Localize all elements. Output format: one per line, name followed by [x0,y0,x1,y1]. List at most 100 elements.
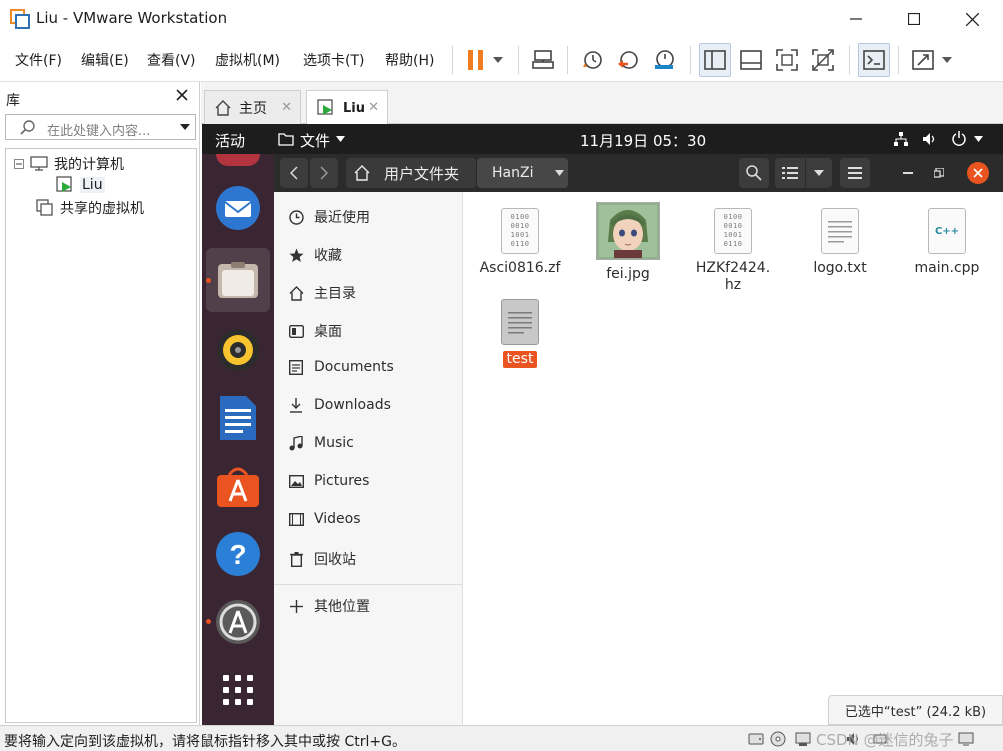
writer-launcher[interactable] [214,394,262,442]
sidebar-item-documents[interactable]: Documents [288,359,394,375]
plus-icon [289,599,303,613]
close-button[interactable] [943,0,1001,38]
search-button[interactable] [739,158,769,188]
tree-item-vm-liu[interactable]: Liu [56,176,105,194]
menu-vm[interactable]: 虚拟机(M) [215,50,280,70]
sidebar-item-recent[interactable]: 最近使用 [288,207,370,227]
tab-liu[interactable]: Liu ✕ [306,90,388,125]
app-menu[interactable]: 文件 [300,130,330,151]
send-ctrl-alt-del-button[interactable] [527,43,559,77]
clock[interactable]: 11月19日 05：30 [580,130,706,151]
picture-icon [288,474,304,488]
close-window-button[interactable] [967,162,989,184]
file-item[interactable]: fei.jpg [578,202,678,283]
tab-home[interactable]: 主页 ✕ [204,90,301,124]
tree-item-shared-vms[interactable]: 共享的虚拟机 [36,198,144,218]
back-button[interactable] [280,158,308,188]
file-item-selected[interactable]: test [470,299,570,368]
collapse-icon[interactable] [14,159,24,169]
sidebar-item-desktop[interactable]: 桌面 [288,321,342,341]
minimize-window-button[interactable] [894,158,922,188]
snapshot-manager-button[interactable] [648,43,680,77]
image-thumbnail-icon [596,202,660,260]
network-adapter-icon[interactable] [795,731,811,747]
hamburger-menu-button[interactable] [840,158,870,188]
forward-button[interactable] [310,158,338,188]
home-icon [289,285,303,301]
binary-line: 0100 [723,213,743,221]
minimize-button[interactable] [827,0,885,38]
tab-close-icon[interactable]: ✕ [281,100,292,115]
close-library-icon[interactable] [176,89,188,101]
software-launcher[interactable] [214,462,262,510]
stretch-dropdown-button[interactable] [936,43,958,77]
show-library-button[interactable] [699,43,731,77]
activities-button[interactable]: 活动 [215,130,245,151]
computer-icon [30,156,48,171]
view-mode-button[interactable] [775,158,805,188]
sidebar-item-music[interactable]: Music [288,435,354,451]
files-launcher[interactable] [214,256,262,304]
menu-edit[interactable]: 编辑(E) [81,50,129,70]
firefox-icon-partial[interactable] [216,154,260,166]
path-current[interactable]: HanZi [492,158,565,188]
pause-icon [468,50,483,70]
menu-file[interactable]: 文件(F) [15,50,62,70]
menu-tabs[interactable]: 选项卡(T) [303,50,364,70]
path-home[interactable]: 用户文件夹 [354,158,459,188]
file-item[interactable]: C++ main.cpp [897,208,997,277]
sidebar-item-starred[interactable]: 收藏 [288,245,342,265]
vm-console[interactable]: 活动 文件 11月19日 05：30 ? 用户文件夹 HanZi 最近使用 收藏… [202,124,1003,725]
sidebar-item-downloads[interactable]: Downloads [288,397,391,413]
full-screen-button[interactable] [771,43,803,77]
stretch-guest-button[interactable] [907,43,939,77]
software-updater-launcher[interactable] [214,598,262,646]
folder-icon [278,133,294,146]
show-applications-button[interactable] [214,666,262,714]
revert-snapshot-button[interactable] [612,43,644,77]
help-launcher[interactable]: ? [214,530,262,578]
cd-rom-icon[interactable] [770,731,786,747]
thunderbird-launcher[interactable] [214,184,262,232]
sidebar-item-trash[interactable]: 回收站 [288,549,356,569]
view-options-button[interactable] [806,158,832,188]
text-file-icon [501,299,539,345]
network-icon[interactable] [894,132,908,146]
unity-mode-button[interactable] [807,43,839,77]
power-icon[interactable] [952,131,966,146]
rhythmbox-icon [217,329,259,371]
home-icon [354,165,370,181]
tree-item-my-computer[interactable]: 我的计算机 [14,154,124,174]
power-dropdown-button[interactable] [487,43,509,77]
binary-line: 0110 [510,240,530,248]
text-lines-icon [828,221,852,243]
restore-window-button[interactable] [925,158,953,188]
file-manager-window: 用户文件夹 HanZi 最近使用 收藏 主目录 桌面 Documents Dow… [274,154,1003,725]
search-icon [746,165,762,181]
file-name: logo.txt [813,260,867,276]
chevron-down-icon[interactable] [974,136,983,142]
sidebar-item-other-locations[interactable]: 其他位置 [288,596,370,616]
sidebar-item-label: Pictures [314,473,370,489]
file-item[interactable]: 0100 0010 1001 0110 HZKf2424. hz [683,208,783,294]
menu-help[interactable]: 帮助(H) [385,50,434,70]
file-item[interactable]: 0100 0010 1001 0110 Asci0816.zf [470,208,570,277]
library-search-input[interactable]: 在此处键入内容... [5,114,196,140]
maximize-button[interactable] [885,0,943,38]
sidebar-item-home[interactable]: 主目录 [288,283,356,303]
volume-icon[interactable] [922,132,938,146]
thumbnail-bar-button[interactable] [735,43,767,77]
display-icon[interactable] [958,731,974,747]
toolbar-separator [452,46,453,74]
rhythmbox-launcher[interactable] [214,326,262,374]
sidebar-item-label: Documents [314,359,394,375]
hard-disk-icon[interactable] [748,731,764,747]
file-item[interactable]: logo.txt [790,208,890,277]
sidebar-item-videos[interactable]: Videos [288,511,361,527]
tab-close-icon[interactable]: ✕ [368,100,379,115]
menu-view[interactable]: 查看(V) [147,50,196,70]
console-view-button[interactable] [858,43,890,77]
snapshot-button[interactable] [576,43,608,77]
sidebar-item-pictures[interactable]: Pictures [288,473,369,489]
chevron-down-icon[interactable] [180,124,190,130]
